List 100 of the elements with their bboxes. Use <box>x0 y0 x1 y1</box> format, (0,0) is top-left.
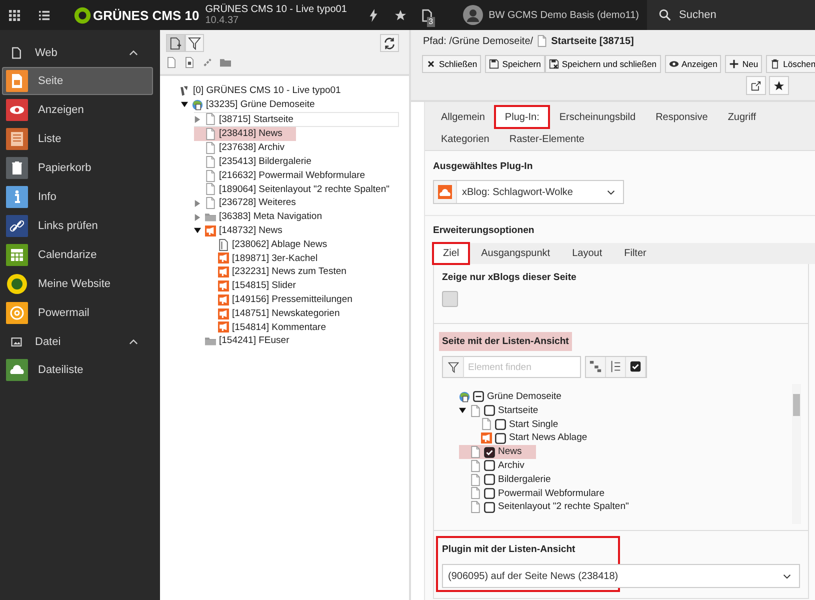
search-bar[interactable]: Suchen <box>647 0 815 30</box>
collapse-tree-button[interactable] <box>586 357 606 377</box>
module-group-header[interactable]: Datei <box>0 328 160 356</box>
page-tree-item[interactable]: [237638] Archiv <box>194 141 298 155</box>
link-icon[interactable] <box>202 57 213 68</box>
tab[interactable]: Plug-In: <box>494 106 550 128</box>
user-name[interactable]: BW GCMS Demo Basis (demo11) <box>488 10 639 20</box>
expand-tree-button[interactable] <box>606 357 626 377</box>
module-item[interactable]: Liste <box>2 125 153 153</box>
tree-item[interactable]: Powermail Webformulare <box>459 486 618 500</box>
toolbar-button[interactable]: Speichern und schließen <box>544 55 661 73</box>
tree-item[interactable]: Grüne Demoseite <box>448 390 576 404</box>
checkbox[interactable] <box>484 405 495 416</box>
tree-item[interactable]: Startseite <box>459 404 552 418</box>
module-item[interactable]: Calendarize <box>2 241 153 269</box>
module-item[interactable]: Papierkorb <box>2 154 153 182</box>
plugin-select[interactable]: xBlog: Schlagwort-Wolke <box>433 180 624 204</box>
selection-toggle-button[interactable] <box>626 357 646 377</box>
folder-icon <box>205 211 216 224</box>
checkbox[interactable] <box>484 474 495 486</box>
filter-button[interactable] <box>185 34 204 52</box>
tab[interactable]: Raster-Elemente <box>499 128 594 150</box>
eye-icon <box>6 99 28 121</box>
toolbar-button[interactable]: Speichern <box>485 55 545 73</box>
tab[interactable]: Responsive <box>646 106 718 128</box>
page-tree-item[interactable]: [238418] News <box>194 127 296 142</box>
tree-item[interactable]: Bildergalerie <box>459 472 565 487</box>
tab[interactable]: Ziel <box>433 243 470 264</box>
page-tree-item[interactable]: [232231] News zum Testen <box>207 265 360 280</box>
checkbox[interactable] <box>484 502 495 513</box>
page-tree-item[interactable]: [154815] Slider <box>207 279 310 293</box>
page-tree-item[interactable]: [154814] Kommentare <box>207 320 340 334</box>
tab[interactable]: Erscheinungsbild <box>549 106 646 128</box>
tree-item[interactable]: Seitenlayout "2 rechte Spalten" <box>459 500 643 514</box>
page-tree-item[interactable]: [236728] Weiteres <box>194 196 310 210</box>
page-tree-item[interactable]: [0] GRÜNES CMS 10 - Live typo01 <box>168 84 355 98</box>
checkbox[interactable] <box>484 460 495 472</box>
list-icon[interactable] <box>39 10 50 20</box>
checkbox[interactable] <box>495 432 506 444</box>
module-item[interactable]: Meine Website <box>2 270 153 298</box>
page-tree-item[interactable]: [148732] News <box>194 224 296 238</box>
bookmark-button[interactable] <box>769 76 789 95</box>
page-tree-item[interactable]: [33235] Grüne Demoseite <box>181 98 329 112</box>
tab[interactable]: Layout <box>562 243 612 264</box>
toolbar-button[interactable]: Neu <box>725 55 762 73</box>
page-tree-item[interactable]: [154241] FEuser <box>194 334 304 348</box>
page-tree-item[interactable]: [238062] Ablage News <box>207 238 342 252</box>
page-tree-item[interactable]: [148751] Newskategorien <box>207 306 354 321</box>
at-icon <box>6 302 28 324</box>
checkbox[interactable] <box>484 488 495 499</box>
tab[interactable]: Allgemein <box>431 106 495 128</box>
folder-icon[interactable] <box>220 57 231 68</box>
scrollbar[interactable] <box>792 384 801 524</box>
page-icon[interactable] <box>166 57 177 68</box>
lightning-icon[interactable] <box>368 8 379 22</box>
tree-item[interactable]: Start News Ablage <box>470 431 602 446</box>
toolbar-button[interactable]: Anzeigen <box>664 55 722 73</box>
tab[interactable]: Filter <box>614 243 656 264</box>
module-item[interactable]: Powermail <box>2 299 153 327</box>
plugin-select[interactable]: (906095) auf der Seite News (238418) <box>442 564 800 588</box>
page-icon[interactable] <box>184 57 195 68</box>
tree-item[interactable]: News <box>459 445 536 459</box>
caret-down-icon[interactable] <box>194 227 201 234</box>
open-new-window-button[interactable] <box>746 76 766 95</box>
caret-down-icon[interactable] <box>459 407 466 414</box>
tree-item[interactable]: Start Single <box>470 418 572 432</box>
caret-right-icon[interactable] <box>194 116 201 123</box>
checkbox[interactable] <box>495 418 506 430</box>
tab[interactable]: Ausgangspunkt <box>471 243 560 264</box>
toolbar-button[interactable]: Löschen <box>766 55 815 73</box>
page-tree-item[interactable]: [189871] 3er-Kachel <box>207 252 332 266</box>
page-tree-item[interactable]: [36383] Meta Navigation <box>194 210 336 224</box>
star-icon[interactable] <box>394 8 406 22</box>
apps-icon[interactable] <box>9 10 20 20</box>
tab[interactable]: Zugriff <box>718 106 766 128</box>
checkbox[interactable] <box>484 446 495 458</box>
module-item[interactable]: Info <box>2 183 153 211</box>
checkbox[interactable] <box>473 391 484 402</box>
search-field[interactable]: Suchen <box>677 8 801 22</box>
module-item[interactable]: Links prüfen <box>2 212 153 240</box>
tree-item[interactable]: Archiv <box>459 458 538 473</box>
page-tree-item[interactable]: [149156] Pressemitteilungen <box>207 292 366 307</box>
caret-down-icon[interactable] <box>181 101 188 108</box>
checkbox[interactable] <box>442 291 458 307</box>
globe-icon <box>192 98 203 111</box>
module-item[interactable]: Anzeigen <box>2 96 153 124</box>
page-tree-item[interactable]: [189064] Seitenlayout "2 rechte Spalten" <box>194 182 404 196</box>
page-tree-item[interactable]: [235413] Bildergalerie <box>194 154 326 169</box>
module-group-header[interactable]: Web <box>0 39 160 67</box>
filter-field[interactable]: Element finden <box>464 356 581 378</box>
filter-button[interactable] <box>442 356 464 378</box>
tab[interactable]: Kategorien <box>431 128 500 150</box>
page-tree-item[interactable]: [216632] Powermail Webformulare <box>194 168 380 183</box>
page-icon <box>205 170 216 182</box>
module-item[interactable]: Dateiliste <box>2 356 153 384</box>
module-item[interactable]: Seite <box>2 67 153 95</box>
new-page-button[interactable] <box>166 34 185 52</box>
avatar-icon[interactable] <box>462 5 483 25</box>
refresh-button[interactable] <box>380 34 399 52</box>
toolbar-button[interactable]: Schließen <box>422 55 482 73</box>
